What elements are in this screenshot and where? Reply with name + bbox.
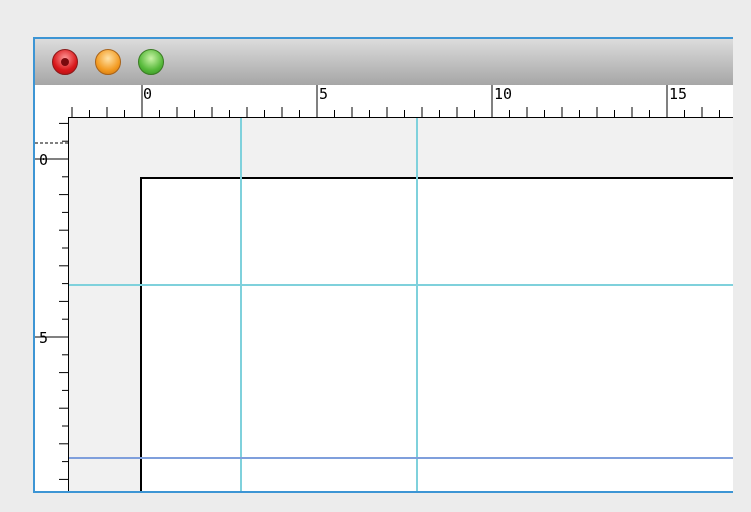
margin-guide-bottom[interactable]: [69, 457, 733, 459]
document-page[interactable]: [140, 177, 733, 491]
horizontal-ruler[interactable]: 0 5 10 15: [35, 85, 733, 118]
close-button[interactable]: [52, 49, 78, 75]
document-window: 0 5 10 15 0 5: [33, 37, 733, 493]
vertical-ruler[interactable]: 0 5: [35, 117, 69, 491]
vertical-ruler-ticks: [35, 122, 68, 480]
pasteboard[interactable]: [69, 118, 733, 491]
minimize-button[interactable]: [95, 49, 121, 75]
zoom-button[interactable]: [138, 49, 164, 75]
h-ruler-label-5: 5: [319, 85, 329, 103]
vertical-guide-1[interactable]: [240, 118, 242, 491]
title-bar[interactable]: [35, 39, 733, 86]
horizontal-guide-1[interactable]: [69, 284, 733, 286]
h-ruler-label-10: 10: [494, 85, 513, 103]
h-ruler-label-0: 0: [143, 85, 153, 103]
horizontal-ruler-ticks: [71, 85, 720, 117]
v-ruler-label-5: 5: [39, 329, 49, 347]
vertical-guide-2[interactable]: [416, 118, 418, 491]
v-ruler-label-0: 0: [39, 151, 49, 169]
h-ruler-label-15: 15: [669, 85, 688, 103]
